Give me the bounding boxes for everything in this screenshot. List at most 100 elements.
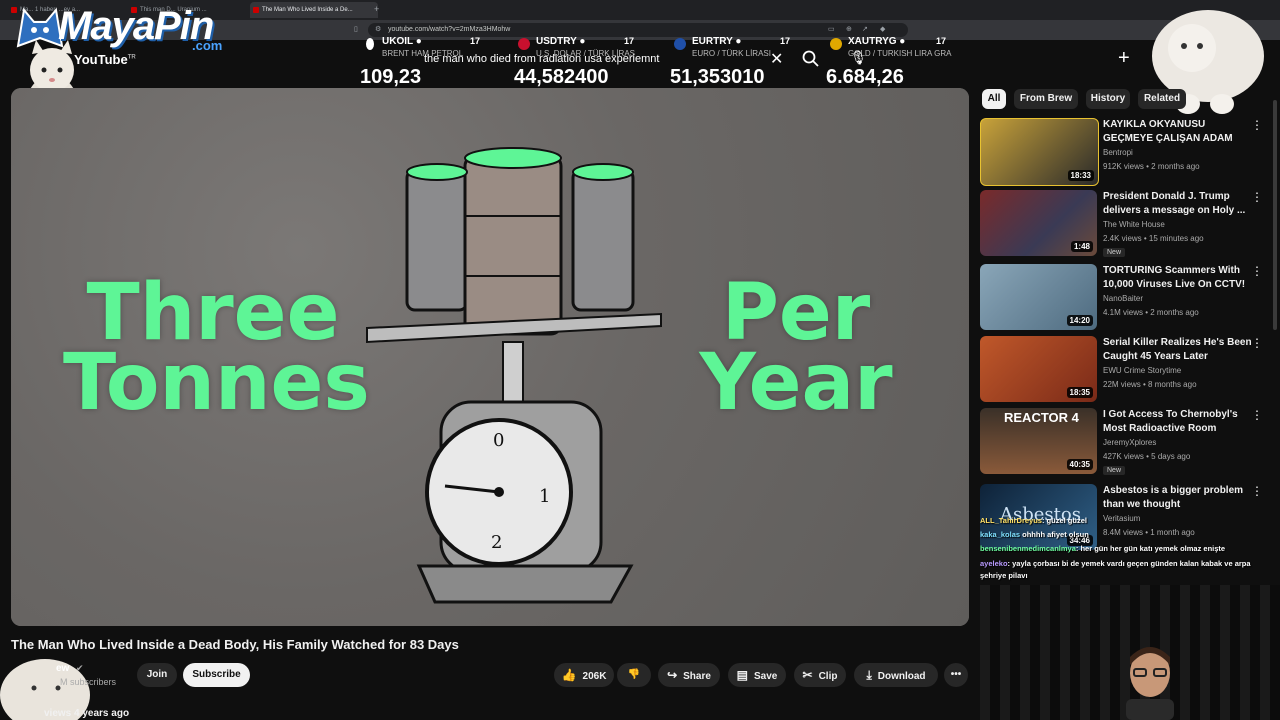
browser-tab-active[interactable]: The Man Who Lived Inside a De... — [250, 2, 378, 18]
video-thumbnail[interactable]: 14:20 — [980, 264, 1097, 330]
recommendation-channel[interactable]: The White House — [1103, 220, 1165, 229]
zoom-icon[interactable]: ⊕ — [846, 25, 852, 33]
more-vertical-icon[interactable]: ⋮ — [1251, 118, 1263, 132]
chip-history[interactable]: History — [1086, 89, 1130, 109]
save-button[interactable]: ▤ Save — [728, 663, 786, 687]
download-button[interactable]: ⤓ Download — [854, 663, 938, 687]
ticker-eurtry: EURTRY ● EURO / TÜRK LİRASI 17 51,353010 — [670, 36, 791, 88]
svg-text:2: 2 — [491, 532, 502, 553]
recommendation-meta: 427K views • 5 days ago — [1103, 452, 1191, 461]
chat-message: bensenibenmedimcanlmya: her gün her gün … — [980, 544, 1226, 553]
overlay-logo-subtext: .com — [192, 38, 223, 53]
channel-name[interactable]: ew — [56, 663, 69, 674]
recommendation-title[interactable]: President Donald J. Trump delivers a mes… — [1103, 190, 1253, 218]
svg-text:1: 1 — [539, 486, 550, 507]
streamer-avatar — [1126, 647, 1174, 720]
chip-all[interactable]: All — [982, 89, 1006, 109]
recommendation-meta: 912K views • 2 months ago — [1103, 162, 1200, 171]
recommendation-title[interactable]: Asbestos is a bigger problem than we tho… — [1103, 484, 1253, 512]
site-info-icon[interactable]: ⚙ — [375, 23, 381, 37]
video-thumbnail[interactable]: 18:33 — [980, 118, 1099, 186]
like-button[interactable]: 👍 206K — [554, 663, 614, 687]
video-thumbnail[interactable]: 1:48 — [980, 190, 1097, 256]
chat-message: ayeleko: yayla çorbası bi de yemek vardı… — [980, 559, 1251, 580]
recommendation-item[interactable]: 14:20 TORTURING Scammers With 10,000 Vir… — [980, 264, 1270, 332]
recommendation-item[interactable]: 18:33 KAYIKLA OKYANUSU GEÇMEYE ÇALIŞAN A… — [980, 118, 1270, 186]
recommendation-title[interactable]: TORTURING Scammers With 10,000 Viruses L… — [1103, 264, 1253, 292]
barrels-on-scale-illustration: 0 1 2 — [366, 147, 662, 604]
recommendation-meta: 4.1M views • 2 months ago — [1103, 308, 1199, 317]
us-flag-icon — [518, 38, 530, 50]
recommendation-item[interactable]: REACTOR 4 40:35 I Got Access To Chernoby… — [980, 408, 1270, 476]
create-icon[interactable]: + — [1118, 47, 1130, 70]
more-vertical-icon[interactable]: ⋮ — [1251, 264, 1263, 278]
video-thumbnail[interactable]: 18:35 — [980, 336, 1097, 402]
subscriber-count: M subscribers — [60, 677, 117, 687]
recommendation-title[interactable]: I Got Access To Chernobyl's Most Radioac… — [1103, 408, 1253, 436]
thumbs-down-icon: 👎 — [627, 669, 641, 680]
verified-icon: ✔ — [76, 663, 84, 673]
scissors-icon: ✂ — [802, 668, 813, 682]
more-actions-button[interactable]: ••• — [944, 663, 968, 687]
save-icon: ▤ — [736, 668, 748, 682]
recommendation-channel[interactable]: EWU Crime Storytime — [1103, 366, 1181, 375]
recommendation-title[interactable]: KAYIKLA OKYANUSU GEÇMEYE ÇALIŞAN ADAM — [1103, 118, 1253, 146]
address-bar[interactable]: ⚙ youtube.com/watch?v=2mMza3HMohw — [368, 23, 908, 37]
bookmark-icon[interactable]: ▯ — [354, 25, 358, 33]
tradingview-icon: 17 — [470, 36, 481, 46]
oil-drop-icon — [366, 38, 374, 50]
recommendation-title[interactable]: Serial Killer Realizes He's Been Caught … — [1103, 336, 1253, 364]
views-and-date: views 4 years ago — [44, 708, 130, 719]
more-vertical-icon[interactable]: ⋮ — [1251, 408, 1263, 422]
svg-text:0: 0 — [493, 430, 504, 451]
more-vertical-icon[interactable]: ⋮ — [1251, 484, 1263, 498]
live-chat-overlay: ALL_TahirDreyus: güzel güzel kaka_kolas … — [980, 514, 1276, 582]
new-badge: New — [1103, 466, 1126, 475]
tradingview-icon: 17 — [936, 36, 947, 46]
sidebar-scrollbar[interactable] — [1273, 100, 1277, 330]
thumbnail-text: REACTOR 4 — [1004, 410, 1079, 425]
video-overlay-text-left: Three Tonnes — [63, 268, 370, 428]
video-title: The Man Who Lived Inside a Dead Body, Hi… — [11, 637, 459, 652]
search-input[interactable]: the man who died from radiation usa expe… — [424, 53, 659, 65]
clear-search-icon[interactable]: ✕ — [770, 49, 783, 69]
more-horizontal-icon: ••• — [950, 669, 962, 680]
eu-flag-icon — [674, 38, 686, 50]
recommendation-channel[interactable]: NanoBaiter — [1103, 294, 1143, 303]
microphone-icon[interactable]: 🎙 — [850, 50, 867, 66]
share-page-icon[interactable]: ↗ — [862, 25, 868, 33]
video-player[interactable]: Three Tonnes Per Year 0 1 2 — [11, 88, 969, 626]
video-overlay-text-right: Per Year — [699, 268, 893, 428]
gold-icon — [830, 38, 842, 50]
share-button[interactable]: ↪ Share — [658, 663, 720, 687]
chat-message: ALL_TahirDreyus: güzel güzel — [980, 516, 1087, 525]
youtube-favicon-icon — [253, 7, 259, 13]
share-icon: ↪ — [667, 668, 678, 682]
recommendation-channel[interactable]: JeremyXplores — [1103, 438, 1156, 447]
recommendation-meta: 2.4K views • 15 minutes ago — [1103, 234, 1204, 243]
more-vertical-icon[interactable]: ⋮ — [1251, 190, 1263, 204]
recommendation-channel[interactable]: Bentropi — [1103, 148, 1133, 157]
subscribe-button[interactable]: Subscribe — [183, 663, 250, 687]
recommendation-item[interactable]: 18:35 Serial Killer Realizes He's Been C… — [980, 336, 1270, 404]
recommendation-item[interactable]: 1:48 President Donald J. Trump delivers … — [980, 190, 1270, 258]
tradingview-icon: 17 — [624, 36, 635, 46]
cast-icon[interactable]: ▭ — [828, 25, 835, 33]
tradingview-icon: 17 — [780, 36, 791, 46]
new-tab-button[interactable]: + — [374, 4, 379, 14]
chat-message: kaka_kolas ohhhh afiyet olsun — [980, 530, 1089, 539]
recommendation-meta: 22M views • 8 months ago — [1103, 380, 1197, 389]
join-button[interactable]: Join — [137, 663, 177, 687]
ticker-xautryg: XAUTRYG ● GOLD / TURKISH LIRA GRA 17 6.6… — [826, 36, 952, 88]
webcam-overlay — [980, 585, 1280, 720]
extension-icon[interactable]: ◆ — [880, 25, 885, 33]
more-vertical-icon[interactable]: ⋮ — [1251, 336, 1263, 350]
download-icon: ⤓ — [866, 668, 872, 682]
chip-related[interactable]: Related — [1138, 89, 1186, 109]
video-thumbnail[interactable]: REACTOR 4 40:35 — [980, 408, 1097, 474]
chip-from-brew[interactable]: From Brew — [1014, 89, 1078, 109]
clip-button[interactable]: ✂ Clip — [794, 663, 846, 687]
dislike-button[interactable]: 👎 — [617, 663, 651, 687]
new-badge: New — [1103, 248, 1126, 257]
search-icon[interactable] — [801, 49, 821, 69]
